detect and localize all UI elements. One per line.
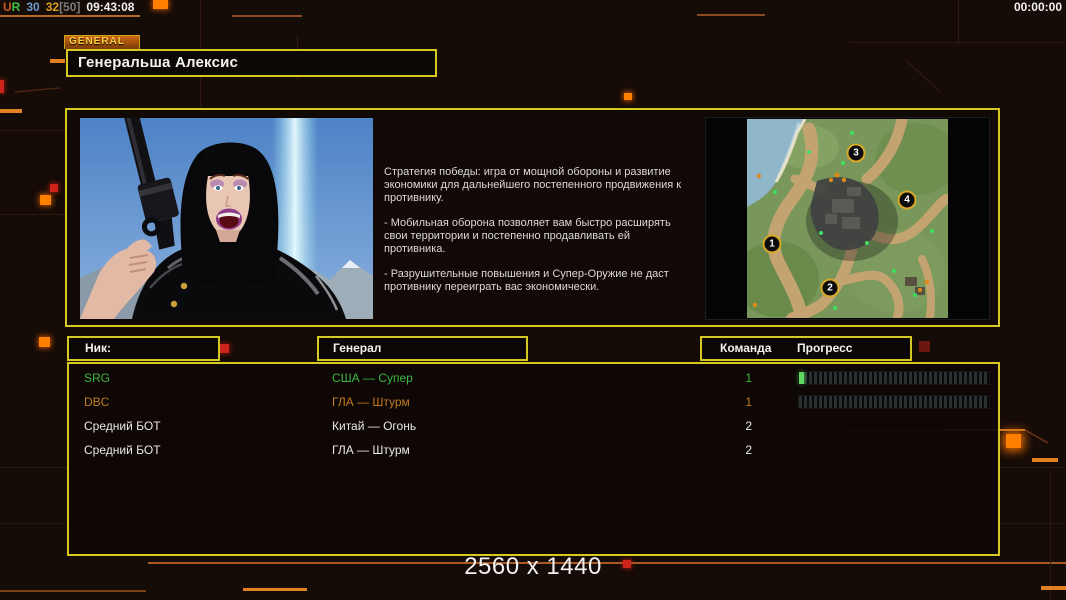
loading-progress-bar: [798, 395, 990, 409]
general-name: Генеральша Алексис: [78, 54, 239, 71]
strategy-paragraph: - Разрушительные повышения и Супер-Оружи…: [384, 268, 669, 293]
player-row: DBC ГЛА — Штурм 1: [69, 390, 998, 414]
deco-dash: [1041, 586, 1066, 590]
player-general: ГЛА — Штурм: [332, 443, 410, 457]
column-header-nick: Ник:: [67, 336, 220, 361]
general-info-panel: Стратегия победы: игра от мощной обороны…: [65, 108, 1000, 327]
column-header-progress: Прогресс: [797, 341, 853, 355]
deco-square: [40, 195, 51, 205]
player-general: ГЛА — Штурм: [332, 395, 410, 409]
player-nick: DBC: [84, 395, 110, 409]
player-team: 2: [745, 443, 752, 457]
clock-left: 09:43:08: [86, 0, 135, 14]
tab-general: GENERAL: [64, 35, 140, 49]
player-list-panel: SRG США — Супер 1 DBC ГЛА — Штурм 1 Сред…: [67, 362, 1000, 556]
status-bar: U R 30 32 [50] 09:43:08 00:00:00: [0, 0, 1066, 16]
player-row: SRG США — Супер 1: [69, 366, 998, 390]
loading-progress-bar: [798, 371, 990, 385]
resolution-label: 2560 x 1440: [464, 553, 602, 580]
player-team: 1: [745, 371, 752, 385]
portrait-image: [80, 118, 373, 319]
readout-u: U: [3, 0, 12, 14]
strategy-paragraph: Стратегия победы: игра от мощной обороны…: [384, 166, 682, 204]
deco-square: [0, 80, 4, 93]
map-start-position-4: 4: [897, 190, 917, 210]
deco-square: [624, 93, 632, 100]
readout-value-max: [50]: [59, 0, 81, 14]
map-preview-panel: 1 2 3 4: [705, 113, 990, 325]
deco-square: [919, 341, 930, 352]
readout-value-yellow: 32: [45, 0, 60, 14]
deco-dash: [0, 109, 22, 113]
game-loading-screen: U R 30 32 [50] 09:43:08 00:00:00 GENERAL…: [0, 0, 1066, 600]
player-row: Средний БОТ ГЛА — Штурм 2: [69, 438, 998, 462]
readout-value-blue: 30: [26, 0, 40, 14]
deco-dash: [243, 588, 307, 591]
strategy-text: Стратегия победы: игра от мощной обороны…: [384, 166, 684, 306]
fps-readout: U R 30 32 [50] 09:43:08: [3, 0, 134, 14]
strategy-paragraph: - Мобильная оборона позволяет вам быстро…: [384, 217, 671, 255]
progress-track: [798, 371, 990, 385]
deco-square: [220, 344, 229, 353]
column-header-team: Команда: [720, 341, 772, 355]
general-name-box: Генеральша Алексис: [66, 49, 437, 77]
player-general: США — Супер: [332, 371, 413, 385]
player-row: Средний БОТ Китай — Огонь 2: [69, 414, 998, 438]
map-preview: 1 2 3 4: [735, 113, 959, 325]
column-header-general: Генерал: [317, 336, 528, 361]
deco-square: [39, 337, 50, 347]
progress-track: [798, 395, 990, 409]
map-start-position-2: 2: [820, 278, 840, 298]
readout-r: R: [11, 0, 21, 14]
map-start-position-1: 1: [762, 234, 782, 254]
deco-square: [50, 184, 58, 192]
map-start-position-3: 3: [846, 143, 866, 163]
player-team: 1: [745, 395, 752, 409]
deco-dash: [50, 59, 65, 63]
general-portrait: [80, 118, 373, 319]
player-nick: SRG: [84, 371, 111, 385]
player-general: Китай — Огонь: [332, 419, 417, 433]
player-team: 2: [745, 419, 752, 433]
player-nick: Средний БОТ: [84, 443, 161, 457]
progress-fill: [799, 372, 804, 384]
player-nick: Средний БОТ: [84, 419, 161, 433]
game-timer: 00:00:00: [1013, 0, 1062, 14]
column-header-team-progress: Команда Прогресс: [700, 336, 912, 361]
deco-dash: [1032, 458, 1058, 462]
deco-square: [1006, 434, 1021, 448]
